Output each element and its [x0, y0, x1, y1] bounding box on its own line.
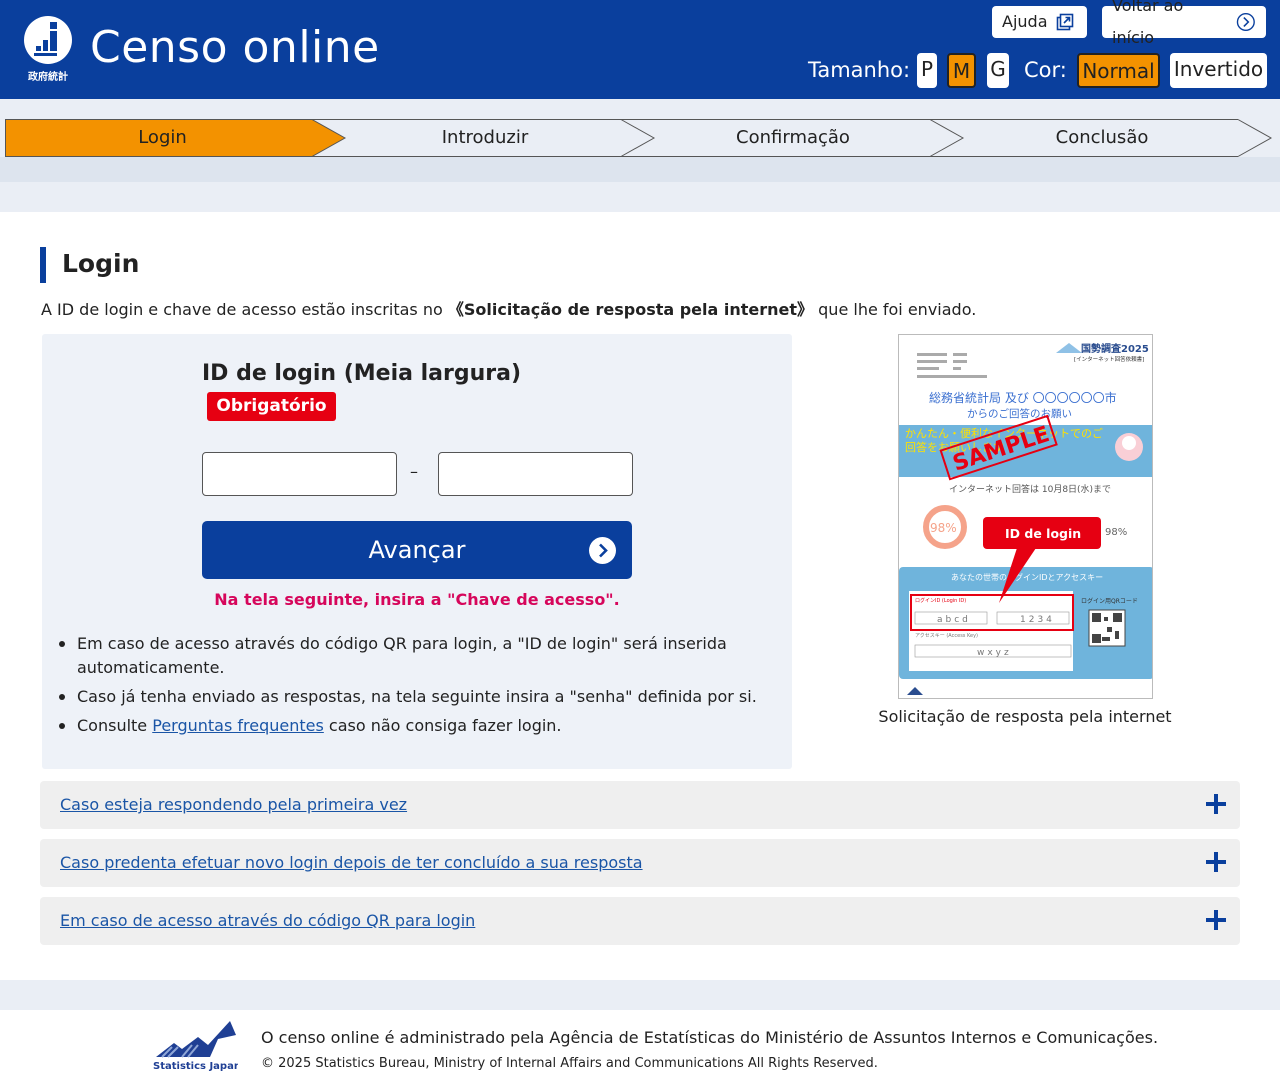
logo-mark-icon	[34, 22, 57, 56]
color-inverted-button[interactable]: Invertido	[1170, 53, 1267, 88]
sample-caption: Solicitação de resposta pela internet	[878, 707, 1172, 726]
sample-request-document-image: 国勢調査2025 [インターネット回答依頼書] 総務省統計局 及び 〇〇〇〇〇〇…	[898, 334, 1153, 699]
heading-accent-bar	[40, 247, 46, 283]
sample-box-title: あなたの世帯のログインIDとアクセスキー	[951, 572, 1103, 582]
site-title: Censo online	[90, 22, 380, 73]
note-password: Caso já tenha enviado as respostas, na t…	[59, 685, 779, 709]
access-key-hint: Na tela seguinte, insira a "Chave de ace…	[214, 590, 620, 609]
note-qr-auto-fill: Em caso de acesso através do código QR p…	[59, 632, 779, 680]
step-login: Login	[138, 127, 187, 148]
login-intro-text: A ID de login e chave de acesso estão in…	[41, 299, 976, 321]
accordion-qr-login-link[interactable]: Em caso de acesso através do código QR p…	[60, 909, 475, 933]
plus-icon[interactable]	[1204, 907, 1228, 933]
back-to-home-button[interactable]: Voltar ao início	[1102, 0, 1266, 47]
sample-callout: ID de login	[1005, 526, 1081, 541]
required-badge: Obrigatório	[207, 392, 336, 421]
login-id-separator: –	[410, 462, 418, 481]
statistics-japan-logo-text: Statistics Japan	[153, 1061, 238, 1072]
site-header: 政府統計 Censo online Ajuda Voltar ao início…	[0, 0, 1280, 99]
steps-band	[0, 157, 1280, 182]
note-faq-after: caso não consiga fazer login.	[328, 716, 562, 735]
help-label: Ajuda	[1002, 12, 1048, 31]
back-to-home-label: Voltar ao início	[1112, 0, 1184, 47]
accordion-first-time-link[interactable]: Caso esteja respondendo pela primeira ve…	[60, 793, 407, 817]
plus-icon[interactable]	[1204, 849, 1228, 875]
footer-admin-text: O censo online é administrado pela Agênc…	[261, 1028, 1159, 1047]
step-confirmation: Confirmação	[736, 127, 850, 148]
font-size-small-button[interactable]: P	[917, 53, 937, 88]
color-label: Cor:	[1024, 58, 1067, 82]
sample-access-key-value: wxyz	[977, 648, 1012, 658]
arrow-right-icon	[589, 537, 616, 564]
note-faq: Consulte Perguntas frequentes caso não c…	[59, 714, 779, 738]
progress-steps: Login Introduzir Confirmação Conclusão	[5, 119, 1275, 157]
sample-percent-right: 98%	[1105, 527, 1127, 538]
statistics-japan-logo-mark: Statistics Japan	[153, 1021, 241, 1072]
sample-subtitle: [インターネット回答依頼書]	[1074, 355, 1144, 363]
color-normal-button[interactable]: Normal	[1077, 53, 1160, 88]
step-completion: Conclusão	[1055, 127, 1149, 148]
sample-line-2: からのご回答のお願い	[967, 407, 1072, 420]
footer-copyright: © 2025 Statistics Bureau, Ministry of In…	[261, 1056, 878, 1071]
external-link-icon	[1056, 13, 1073, 31]
note-faq-before: Consulte	[77, 716, 148, 735]
accordion-relogin[interactable]: Caso predenta efetuar novo login depois …	[40, 839, 1240, 887]
circle-arrow-right-icon	[1237, 12, 1256, 32]
page-title: Login	[62, 249, 140, 278]
next-button[interactable]: Avançar	[202, 521, 632, 579]
login-notes: Em caso de acesso através do código QR p…	[59, 632, 779, 743]
intro-text-after: que lhe foi enviado.	[818, 300, 977, 319]
font-size-medium-button[interactable]: M	[947, 53, 976, 88]
sample-qr-label: ログイン用QRコード	[1081, 597, 1138, 605]
sample-title: 国勢調査2025	[1081, 342, 1149, 355]
help-button[interactable]: Ajuda	[992, 6, 1087, 38]
sample-login-id-value-2: 1234	[1020, 615, 1055, 625]
next-button-label: Avançar	[368, 536, 466, 564]
login-id-label: ID de login (Meia largura)	[202, 361, 522, 386]
font-size-large-button[interactable]: G	[987, 53, 1009, 88]
sample-percent-left: 98%	[930, 521, 957, 535]
faq-link[interactable]: Perguntas frequentes	[152, 716, 324, 735]
statistics-japan-logo: Statistics Japan	[152, 1017, 241, 1073]
plus-icon[interactable]	[1204, 791, 1228, 817]
font-size-label: Tamanho:	[808, 58, 911, 82]
step-enter: Introduzir	[441, 127, 529, 148]
accordion-qr-login[interactable]: Em caso de acesso através do código QR p…	[40, 897, 1240, 945]
login-id-field-1[interactable]	[202, 452, 397, 496]
logo-text: 政府統計	[28, 72, 68, 83]
sample-line-1: 総務省統計局 及び 〇〇〇〇〇〇市	[929, 390, 1117, 405]
sample-deadline: インターネット回答は 10月8日(水)まで	[949, 483, 1111, 495]
login-id-field-2[interactable]	[438, 452, 633, 496]
sample-login-id-value: abcd	[937, 615, 971, 625]
government-statistics-logo[interactable]: 政府統計	[22, 16, 74, 83]
sample-access-key-label: アクセスキー (Access Key)	[915, 633, 978, 639]
intro-document-name: 《Solicitação de resposta pela internet》	[447, 300, 814, 319]
accordion-relogin-link[interactable]: Caso predenta efetuar novo login depois …	[60, 851, 643, 875]
accordion-first-time[interactable]: Caso esteja respondendo pela primeira ve…	[40, 781, 1240, 829]
sample-document-illustration: 国勢調査2025 [インターネット回答依頼書] 総務省統計局 及び 〇〇〇〇〇〇…	[899, 335, 1152, 698]
intro-text-before: A ID de login e chave de acesso estão in…	[41, 300, 443, 319]
sample-login-id-label: ログインID (Login ID)	[915, 597, 966, 604]
